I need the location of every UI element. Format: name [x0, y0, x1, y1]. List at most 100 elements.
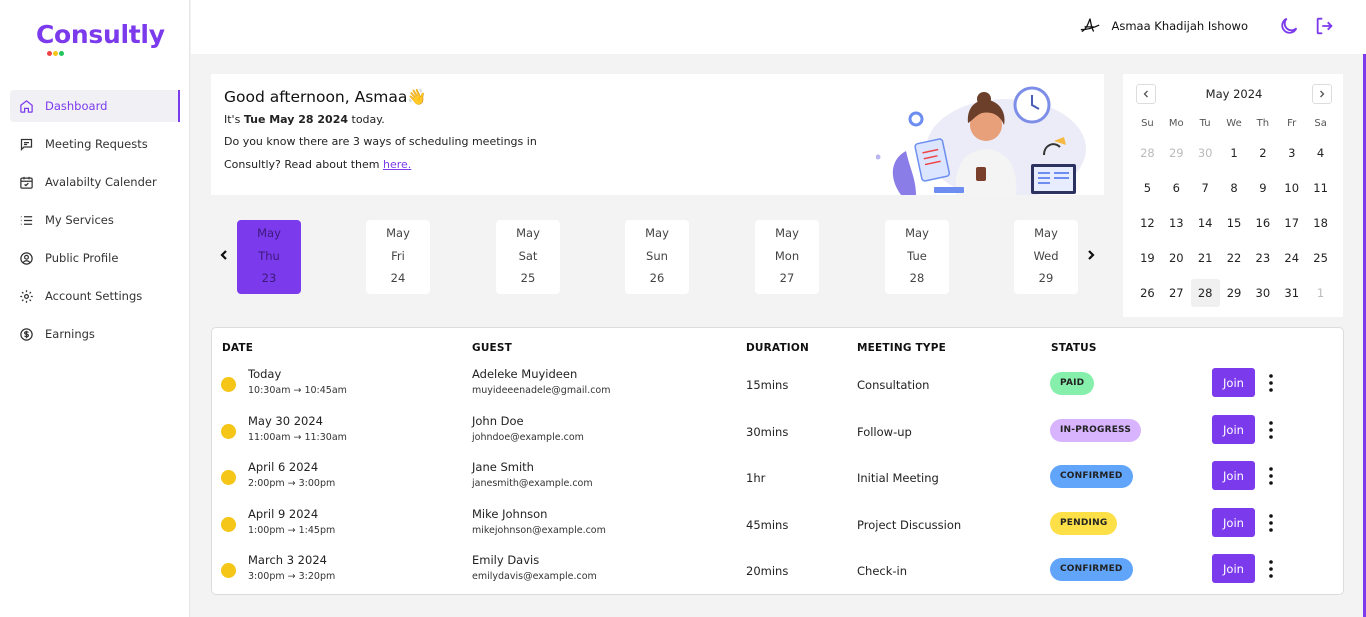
guest-name: Emily Davis [472, 553, 540, 567]
calendar-day[interactable]: 24 [1277, 244, 1306, 272]
calendar-day[interactable]: 18 [1306, 209, 1335, 237]
meeting-date: March 3 2024 [248, 553, 327, 567]
calendar-day[interactable]: 7 [1191, 174, 1220, 202]
calendar-day[interactable]: 4 [1306, 139, 1335, 167]
calendar-day[interactable]: 28 [1190, 278, 1220, 307]
calendar-weekday-label: Su [1141, 117, 1154, 129]
sidebar-item-public-profile[interactable]: Public Profile [10, 242, 180, 274]
calendar-week-row: 26 27 28 29 30 31 1 [1133, 275, 1335, 310]
here-link[interactable]: here. [383, 158, 411, 171]
calendar-grid: Su Mo Tu We Th Fr Sa 28 29 30 1 2 3 4 5 6 7 8 9 10 11 12 13 14 1… [1133, 112, 1335, 310]
calendar-day[interactable]: 14 [1191, 209, 1220, 237]
calendar-prev-button[interactable] [1136, 84, 1156, 104]
sidebar-item-meeting-requests[interactable]: Meeting Requests [10, 128, 180, 160]
date-card-wed-29[interactable]: May Wed 29 [1014, 220, 1078, 294]
calendar-day[interactable]: 29 [1162, 139, 1191, 167]
join-button[interactable]: Join [1212, 368, 1255, 397]
calendar-day[interactable]: 20 [1162, 244, 1191, 272]
calendar-day[interactable]: 23 [1248, 244, 1277, 272]
table-row: April 9 2024 1:00pm → 1:45pm Mike Johnson m… [212, 502, 1343, 548]
date-strip-next-icon[interactable] [1084, 248, 1098, 262]
avatar-signature-icon[interactable] [1079, 15, 1101, 37]
sidebar-item-account-settings[interactable]: Account Settings [10, 280, 180, 312]
calendar-day[interactable]: 6 [1162, 174, 1191, 202]
more-options-icon[interactable] [1263, 372, 1279, 394]
join-button[interactable]: Join [1212, 415, 1255, 444]
date-card-day: 28 [909, 271, 925, 285]
calendar-day[interactable]: 12 [1133, 209, 1162, 237]
meeting-time: 11:00am → 11:30am [248, 432, 347, 443]
calendar-day[interactable]: 30 [1248, 279, 1277, 307]
calendar-day[interactable]: 3 [1277, 139, 1306, 167]
date-card-fri-24[interactable]: May Fri 24 [366, 220, 430, 294]
calendar-day[interactable]: 22 [1220, 244, 1249, 272]
calendar-day[interactable]: 29 [1220, 279, 1249, 307]
join-button[interactable]: Join [1212, 554, 1255, 583]
sidebar-item-my-services[interactable]: My Services [10, 204, 180, 236]
date-strip-prev-icon[interactable] [217, 248, 231, 262]
calendar-day[interactable]: 17 [1277, 209, 1306, 237]
sidebar-item-availability-calendar[interactable]: Avalabilty Calender [10, 166, 180, 198]
date-card-mon-27[interactable]: May Mon 27 [755, 220, 819, 294]
calendar-day[interactable]: 15 [1220, 209, 1249, 237]
user-name[interactable]: Asmaa Khadijah Ishowo [1111, 19, 1248, 33]
more-options-icon[interactable] [1263, 558, 1279, 580]
date-card-dow: Sat [518, 248, 538, 263]
calendar-month-title: May 2024 [1205, 87, 1263, 101]
meeting-duration: 15mins [746, 378, 789, 392]
logo-dot-red [47, 51, 52, 56]
dollar-circle-icon [20, 327, 33, 341]
date-card-sat-25[interactable]: May Sat 25 [496, 220, 560, 294]
meeting-date: April 9 2024 [248, 507, 319, 521]
calendar-day[interactable]: 5 [1133, 174, 1162, 202]
date-card-month: May [905, 226, 929, 240]
user-circle-icon [20, 251, 33, 265]
calendar-week-row: 5 6 7 8 9 10 11 [1133, 170, 1335, 205]
join-button[interactable]: Join [1212, 508, 1255, 537]
date-card-sun-26[interactable]: May Sun 26 [625, 220, 689, 294]
more-options-icon[interactable] [1263, 465, 1279, 487]
calendar-day[interactable]: 2 [1248, 139, 1277, 167]
calendar-next-button[interactable] [1311, 84, 1332, 104]
sidebar-item-label: Meeting Requests [45, 137, 148, 151]
calendar-day[interactable]: 21 [1191, 244, 1220, 272]
calendar-day[interactable]: 9 [1248, 174, 1277, 202]
welcome-illustration [876, 86, 1086, 195]
calendar-day[interactable]: 8 [1220, 174, 1249, 202]
calendar-day[interactable]: 25 [1306, 244, 1335, 272]
join-button[interactable]: Join [1212, 461, 1255, 490]
app-logo[interactable]: Consultly [36, 20, 165, 49]
calendar-day[interactable]: 1 [1220, 139, 1249, 167]
sidebar-item-label: Dashboard [45, 99, 108, 113]
date-card-thu-23[interactable]: May Thu 23 [237, 220, 301, 294]
calendar-day[interactable]: 28 [1133, 139, 1162, 167]
calendar-day[interactable]: 27 [1162, 279, 1191, 307]
date-card-tue-28[interactable]: May Tue 28 [885, 220, 949, 294]
logout-button[interactable] [1314, 15, 1336, 37]
calendar-day[interactable]: 1 [1306, 279, 1335, 307]
moon-icon [1281, 17, 1298, 34]
calendar-day[interactable]: 16 [1248, 209, 1277, 237]
calendar-weekday-label: Sa [1314, 117, 1327, 129]
date-card-day: 29 [1038, 271, 1054, 285]
calendar-day[interactable]: 19 [1133, 244, 1162, 272]
calendar-day[interactable]: 26 [1133, 279, 1162, 307]
info-line-2: Consultly? Read about them here. [224, 158, 411, 171]
more-options-icon[interactable] [1263, 512, 1279, 534]
table-row: May 30 2024 11:00am → 11:30am John Doe john… [212, 409, 1343, 455]
calendar-day[interactable]: 10 [1277, 174, 1306, 202]
col-header-status: STATUS [1051, 342, 1097, 354]
calendar-day[interactable]: 13 [1162, 209, 1191, 237]
sidebar-item-earnings[interactable]: Earnings [10, 318, 180, 350]
calendar-week-row: 12 13 14 15 16 17 18 [1133, 205, 1335, 240]
more-options-icon[interactable] [1263, 419, 1279, 441]
calendar-day[interactable]: 30 [1191, 139, 1220, 167]
calendar-weekday-label: We [1226, 117, 1242, 129]
calendar-day[interactable]: 11 [1306, 174, 1335, 202]
theme-toggle-button[interactable] [1278, 15, 1300, 37]
sidebar-item-dashboard[interactable]: Dashboard [10, 90, 180, 122]
status-badge: PAID [1050, 372, 1095, 395]
calendar-day[interactable]: 31 [1277, 279, 1306, 307]
guest-name: Jane Smith [472, 460, 534, 474]
today-date: Tue May 28 2024 [243, 113, 349, 126]
